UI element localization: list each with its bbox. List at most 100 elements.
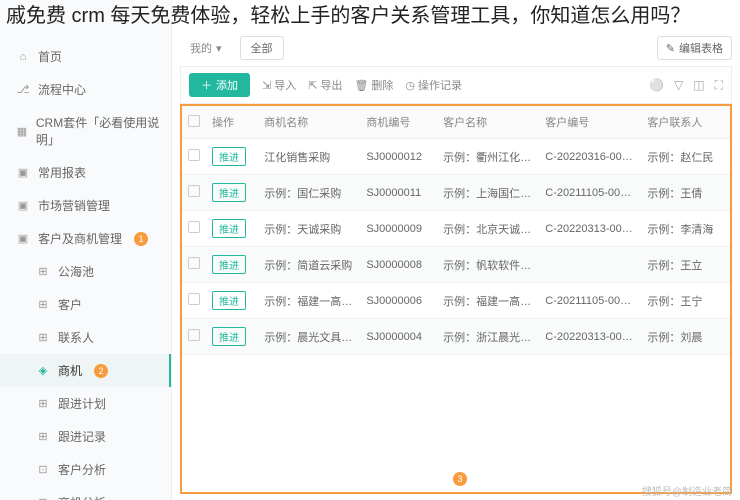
filter-all[interactable]: 全部 — [240, 36, 284, 60]
advance-button[interactable]: 推进 — [212, 219, 246, 238]
cell-ccode: C-20220313-0000004 — [539, 319, 641, 355]
table-row[interactable]: 推进示例：晨光文具设备…SJ0000004示例：浙江晨光文具…C-2022031… — [182, 319, 730, 355]
table-row[interactable]: 推进示例：天诚采购SJ0000009示例：北京天诚软件…C-20220313-0… — [182, 211, 730, 247]
cell-customer: 示例：上海国仁有限… — [437, 175, 539, 211]
menu-icon: ⎇ — [16, 83, 30, 97]
delete-button[interactable]: 🗑 删除 — [354, 77, 393, 93]
cell-name: 江化销售采购 — [258, 139, 360, 175]
funnel-icon[interactable]: ▽ — [674, 78, 683, 93]
row-checkbox[interactable] — [188, 293, 200, 305]
menu-icon: ⊞ — [36, 397, 50, 411]
advance-button[interactable]: 推进 — [212, 255, 246, 274]
import-button[interactable]: ⇲ 导入 — [262, 77, 296, 93]
filter-icon[interactable]: ⚪ — [649, 78, 664, 93]
advance-button[interactable]: 推进 — [212, 183, 246, 202]
sidebar-label: 客户 — [58, 296, 82, 313]
column-header[interactable]: 客户联系人 — [641, 106, 730, 139]
sidebar-item[interactable]: ◈ 商机 2 — [0, 354, 171, 387]
sidebar-label: 商机 — [58, 362, 82, 379]
table-row[interactable]: 推进示例：国仁采购SJ0000011示例：上海国仁有限…C-20211105-0… — [182, 175, 730, 211]
menu-icon: ▣ — [16, 166, 30, 180]
sidebar-label: 客户分析 — [58, 461, 106, 478]
cell-contact: 示例：王立 — [641, 247, 730, 283]
menu-icon: ▦ — [16, 124, 28, 138]
oplog-button[interactable]: ◷ 操作记录 — [405, 77, 462, 93]
sidebar-item[interactable]: ⊡客户分析 — [0, 453, 171, 486]
sidebar-item[interactable]: ⌂首页 — [0, 40, 171, 73]
menu-icon: ⊞ — [36, 265, 50, 279]
cell-name: 示例：晨光文具设备… — [258, 319, 360, 355]
sidebar-item[interactable]: ▦ CRM套件「必看使用说明」 — [0, 106, 171, 156]
toolbar: ＋ 添加 ⇲ 导入 ⇱ 导出 🗑 删除 ◷ 操作记录 ⚪ ▽ ◫ ⛶ — [180, 66, 732, 104]
sidebar-label: 公海池 — [58, 263, 94, 280]
cell-ccode — [539, 247, 641, 283]
advance-button[interactable]: 推进 — [212, 291, 246, 310]
advance-button[interactable]: 推进 — [212, 147, 246, 166]
sidebar-item[interactable]: ⊞ 客户 — [0, 288, 171, 321]
table-row[interactable]: 推进示例：简道云采购SJ0000008示例：帆软软件有限公司示例：王立 — [182, 247, 730, 283]
column-header[interactable]: 商机编号 — [360, 106, 437, 139]
sidebar-item[interactable]: ⊞跟进计划 — [0, 387, 171, 420]
cell-customer: 示例：北京天诚软件… — [437, 211, 539, 247]
table-row[interactable]: 推进江化销售采购SJ0000012示例：衢州江化集团C-20220316-000… — [182, 139, 730, 175]
column-header[interactable]: 操作 — [206, 106, 258, 139]
cell-code: SJ0000012 — [360, 139, 437, 175]
menu-icon: ⊞ — [36, 298, 50, 312]
cell-contact: 示例：王宁 — [641, 283, 730, 319]
cell-contact: 示例：王倩 — [641, 175, 730, 211]
expand-icon[interactable]: ⛶ — [715, 78, 723, 93]
sidebar-item[interactable]: ⊞联系人 — [0, 321, 171, 354]
sidebar-label: CRM套件「必看使用说明」 — [36, 114, 161, 148]
watermark: 搜狐号@制造业老简 — [642, 483, 732, 498]
sidebar-label: 客户及商机管理 — [38, 230, 122, 247]
pencil-icon: ✎ — [666, 42, 675, 55]
sidebar-label: 流程中心 — [38, 81, 86, 98]
menu-icon: ◈ — [36, 364, 50, 378]
cell-customer: 示例：衢州江化集团 — [437, 139, 539, 175]
edit-table-button[interactable]: ✎编辑表格 — [657, 36, 732, 60]
menu-icon: ⊞ — [36, 430, 50, 444]
cell-ccode: C-20211105-0000004 — [539, 283, 641, 319]
row-checkbox[interactable] — [188, 185, 200, 197]
export-button[interactable]: ⇱ 导出 — [308, 77, 342, 93]
menu-icon: ⊞ — [36, 331, 50, 345]
toolbar-right-icons: ⚪ ▽ ◫ ⛶ — [649, 78, 723, 93]
menu-icon: ⊡ — [36, 496, 50, 500]
table-row[interactable]: 推进示例：福建一高3月订单SJ0000006示例：福建一高集团C-2021110… — [182, 283, 730, 319]
select-all-checkbox[interactable] — [188, 115, 200, 127]
advance-button[interactable]: 推进 — [212, 327, 246, 346]
row-checkbox[interactable] — [188, 149, 200, 161]
row-checkbox[interactable] — [188, 329, 200, 341]
sidebar-item[interactable]: ▣市场营销管理 — [0, 189, 171, 222]
sidebar-item[interactable]: ⊞ 公海池 — [0, 255, 171, 288]
sidebar-item[interactable]: ⊡商机分析 — [0, 486, 171, 500]
overlay-title: 戚免费 crm 每天免费体验，轻松上手的客户关系管理工具，你知道怎么用吗？ — [0, 0, 740, 32]
cell-contact: 示例：赵仁民 — [641, 139, 730, 175]
cell-customer: 示例：福建一高集团 — [437, 283, 539, 319]
sidebar-label: 首页 — [38, 48, 62, 65]
sidebar-item[interactable]: ▣常用报表 — [0, 156, 171, 189]
column-header[interactable]: 客户名称 — [437, 106, 539, 139]
chart-icon[interactable]: ◫ — [693, 78, 704, 93]
cell-ccode: C-20220316-0000001 — [539, 139, 641, 175]
cell-code: SJ0000011 — [360, 175, 437, 211]
sidebar-item[interactable]: ▣客户及商机管理1 — [0, 222, 171, 255]
filter-mine[interactable]: 我的 ▾ — [180, 37, 232, 59]
main-content: 我的 ▾ 全部 ✎编辑表格 ＋ 添加 ⇲ 导入 ⇱ 导出 🗑 删除 ◷ 操作记录… — [172, 0, 740, 500]
sidebar-item[interactable]: ⊞ 跟进记录 — [0, 420, 171, 453]
cell-code: SJ0000009 — [360, 211, 437, 247]
row-checkbox[interactable] — [188, 257, 200, 269]
cell-code: SJ0000006 — [360, 283, 437, 319]
badge-2: 2 — [94, 364, 108, 378]
badge-3: 3 — [453, 472, 467, 486]
cell-ccode: C-20220313-0000002 — [539, 211, 641, 247]
sidebar-label: 跟进记录 — [58, 428, 106, 445]
cell-name: 示例：福建一高3月订单 — [258, 283, 360, 319]
sidebar-item[interactable]: ⎇ 流程中心 — [0, 73, 171, 106]
column-header[interactable]: 商机名称 — [258, 106, 360, 139]
column-header[interactable]: 客户编号 — [539, 106, 641, 139]
row-checkbox[interactable] — [188, 221, 200, 233]
menu-icon: ▣ — [16, 232, 30, 246]
data-table: 操作商机名称商机编号客户名称客户编号客户联系人 推进江化销售采购SJ000001… — [180, 104, 732, 494]
add-button[interactable]: ＋ 添加 — [189, 73, 250, 97]
